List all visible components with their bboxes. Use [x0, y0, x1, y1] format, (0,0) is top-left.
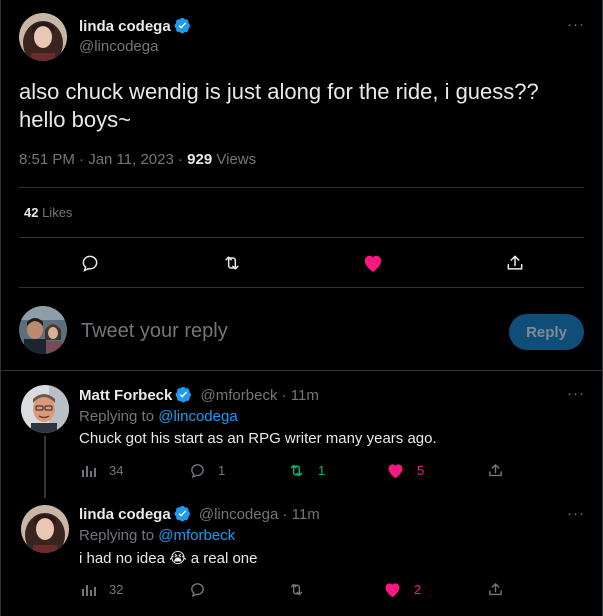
share-icon [505, 253, 525, 273]
analytics-icon [81, 462, 97, 478]
verified-badge-icon [175, 386, 192, 407]
reply-age[interactable]: · 11m [277, 387, 319, 404]
thread-connector [44, 436, 46, 498]
retweet-icon [221, 253, 243, 273]
views-count: 34 [109, 462, 124, 478]
likes-stat[interactable]: 42 Likes [24, 205, 72, 220]
more-options-icon[interactable]: ··· [567, 505, 585, 522]
like-count: 5 [417, 463, 425, 478]
reply-input[interactable]: Tweet your reply [81, 320, 228, 343]
like-button[interactable] [362, 253, 384, 273]
author-info: linda codega [79, 17, 191, 38]
reply-submit-button[interactable]: Reply [509, 314, 584, 350]
replying-to-link[interactable]: @mforbeck [158, 527, 235, 544]
heart-filled-icon [362, 253, 384, 273]
likes-count: 42 [24, 205, 39, 220]
reply-author-avatar[interactable] [21, 385, 69, 433]
views-label: Views [212, 151, 257, 168]
replying-to: Replying to @lincodega [79, 408, 238, 425]
verified-badge-icon [174, 17, 191, 38]
retweet-count: 1 [318, 463, 326, 478]
like-button[interactable]: 5 [386, 462, 424, 479]
share-icon [487, 581, 504, 598]
tweet-text: also chuck wendig is just along for the … [19, 78, 579, 134]
tweet-thread: linda codega @lincodega ··· also chuck w… [0, 0, 603, 616]
replying-to: Replying to @mforbeck [79, 527, 235, 544]
reply-icon [80, 253, 100, 273]
reply-author-info: Matt Forbeck @mforbeck · 11m [79, 386, 319, 407]
reply-author-name[interactable]: Matt Forbeck [79, 387, 172, 404]
reply-count: 1 [218, 463, 226, 478]
share-button[interactable] [487, 462, 504, 479]
reply-button[interactable] [80, 253, 100, 273]
share-icon [487, 462, 504, 479]
author-name[interactable]: linda codega [79, 18, 171, 35]
analytics-button[interactable]: 32 [81, 581, 123, 597]
replying-to-link[interactable]: @lincodega [158, 408, 237, 425]
more-options-icon[interactable]: ··· [567, 385, 585, 402]
replying-to-prefix: Replying to [79, 527, 159, 544]
crying-emoji: 😭 [169, 550, 187, 567]
divider [19, 237, 584, 238]
divider [19, 187, 584, 188]
retweet-button[interactable] [221, 253, 243, 273]
divider [1, 370, 602, 371]
reply-age[interactable]: · 11m [278, 506, 319, 523]
retweet-button[interactable]: 1 [287, 462, 325, 479]
tweet-meta: 8:51 PM · Jan 11, 2023 · 929 Views [19, 151, 256, 168]
divider [19, 287, 584, 288]
analytics-button[interactable]: 34 [81, 462, 123, 478]
replying-to-prefix: Replying to [79, 408, 159, 425]
reply-author-info: linda codega @lincodega · 11m [79, 505, 320, 526]
likes-label: Likes [38, 205, 73, 220]
retweet-icon [287, 462, 306, 479]
reply-author-avatar[interactable] [21, 505, 69, 553]
reply-icon [189, 462, 206, 479]
tweet-text-line: hello boys~ [19, 107, 131, 132]
current-user-avatar[interactable] [19, 306, 67, 354]
analytics-icon [81, 581, 97, 597]
share-button[interactable] [487, 581, 504, 598]
like-button[interactable]: 2 [383, 581, 421, 598]
reply-button[interactable] [189, 581, 206, 598]
author-avatar[interactable] [19, 13, 67, 61]
heart-filled-icon [383, 581, 402, 598]
share-button[interactable] [505, 253, 525, 273]
views-count: 929 [187, 151, 213, 168]
retweet-button[interactable] [287, 581, 306, 598]
author-handle[interactable]: @lincodega [79, 38, 158, 55]
reply-text: Chuck got his start as an RPG writer man… [79, 430, 437, 447]
reply-button[interactable]: 1 [189, 462, 225, 479]
retweet-icon [287, 581, 306, 598]
reply-author-handle[interactable]: @lincodega [199, 506, 278, 523]
reply-icon [189, 581, 206, 598]
verified-badge-icon [174, 505, 191, 526]
reply-author-name[interactable]: linda codega [79, 506, 171, 523]
like-count: 2 [414, 582, 422, 597]
reply-text-after: a real one [186, 550, 258, 567]
reply-text-before: i had no idea [79, 550, 170, 567]
heart-filled-icon [386, 462, 405, 479]
reply-text: i had no idea 😭 a real one [79, 549, 258, 567]
tweet-timestamp[interactable]: 8:51 PM · Jan 11, 2023 · [19, 151, 187, 168]
tweet-text-line: also chuck wendig is just along for the … [19, 79, 539, 104]
reply-author-handle[interactable]: @mforbeck [201, 387, 278, 404]
more-options-icon[interactable]: ··· [567, 16, 585, 33]
views-count: 32 [109, 581, 124, 597]
